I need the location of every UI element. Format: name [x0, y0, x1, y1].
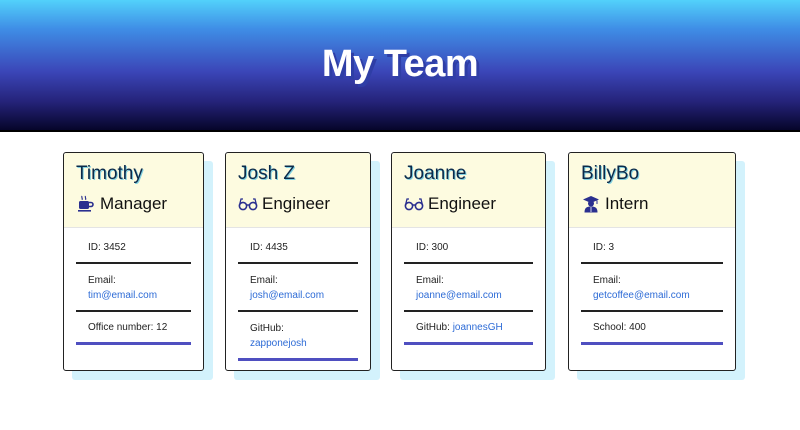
employee-name: BillyBo [581, 163, 640, 184]
email-label: Email: [593, 275, 621, 286]
id-text: ID: 3 [593, 242, 615, 253]
employee-role: Engineer [404, 192, 533, 216]
github-label: GitHub: [250, 323, 284, 334]
glasses-icon [238, 194, 258, 214]
role-label: Engineer [262, 194, 331, 213]
github-link[interactable]: zapponejosh [250, 338, 307, 349]
email-link[interactable]: getcoffee@email.com [593, 290, 690, 301]
team-card-engineer: Josh Z Engineer ID: 4435 Email: josh@ema… [225, 152, 371, 371]
id-row: ID: 3452 [76, 232, 191, 264]
email-label: Email: [416, 275, 444, 286]
role-label: Intern [605, 194, 649, 213]
email-row: Email: getcoffee@email.com [581, 264, 723, 312]
office-number-text: Office number: 12 [88, 322, 168, 333]
card-header: Josh Z Engineer [226, 153, 370, 228]
team-card-intern: BillyBo Intern ID: 3 Email: getcoffee@em… [568, 152, 736, 371]
id-row: ID: 300 [404, 232, 533, 264]
id-text: ID: 3452 [88, 242, 126, 253]
id-text: ID: 4435 [250, 242, 288, 253]
school-text: School: 400 [593, 322, 646, 333]
card-header: Joanne Engineer [392, 153, 545, 228]
github-row: GitHub: joannesGH [404, 312, 533, 345]
office-row: Office number: 12 [76, 312, 191, 345]
card-header: BillyBo Intern [569, 153, 735, 228]
glasses-icon [404, 194, 424, 214]
employee-name: Joanne [404, 163, 467, 184]
page-title: My Team [321, 42, 479, 85]
role-label: Manager [100, 194, 168, 213]
coffee-cup-icon [76, 194, 96, 214]
employee-role: Engineer [238, 192, 358, 216]
id-text: ID: 300 [416, 242, 449, 253]
team-card-engineer: Joanne Engineer ID: 300 Email: joanne@em… [391, 152, 546, 371]
card-body: ID: 300 Email: joanne@email.com GitHub: … [392, 228, 545, 345]
email-label: Email: [88, 275, 116, 286]
id-row: ID: 4435 [238, 232, 358, 264]
email-label: Email: [250, 275, 278, 286]
id-row: ID: 3 [581, 232, 723, 264]
card-body: ID: 3 Email: getcoffee@email.com School:… [569, 228, 735, 345]
email-link[interactable]: josh@email.com [250, 290, 324, 301]
employee-role: Manager [76, 192, 191, 216]
email-row: Email: josh@email.com [238, 264, 358, 312]
card-body: ID: 4435 Email: josh@email.com GitHub: z… [226, 228, 370, 361]
employee-role: Intern [581, 192, 723, 216]
github-label: GitHub: [416, 322, 450, 333]
team-card-manager: Timothy Manager ID: 3452 Email: tim@emai… [63, 152, 204, 371]
employee-name: Timothy [76, 163, 143, 184]
graduate-icon [581, 194, 601, 214]
role-label: Engineer [428, 194, 497, 213]
card-header: Timothy Manager [64, 153, 203, 228]
email-link[interactable]: tim@email.com [88, 290, 157, 301]
school-row: School: 400 [581, 312, 723, 345]
card-body: ID: 3452 Email: tim@email.com Office num… [64, 228, 203, 345]
header-divider [0, 130, 800, 132]
page-header: My Team [0, 0, 800, 130]
github-row: GitHub: zapponejosh [238, 312, 358, 361]
email-row: Email: tim@email.com [76, 264, 191, 312]
email-row: Email: joanne@email.com [404, 264, 533, 312]
email-link[interactable]: joanne@email.com [416, 290, 502, 301]
employee-name: Josh Z [238, 163, 296, 184]
github-link[interactable]: joannesGH [453, 322, 503, 333]
